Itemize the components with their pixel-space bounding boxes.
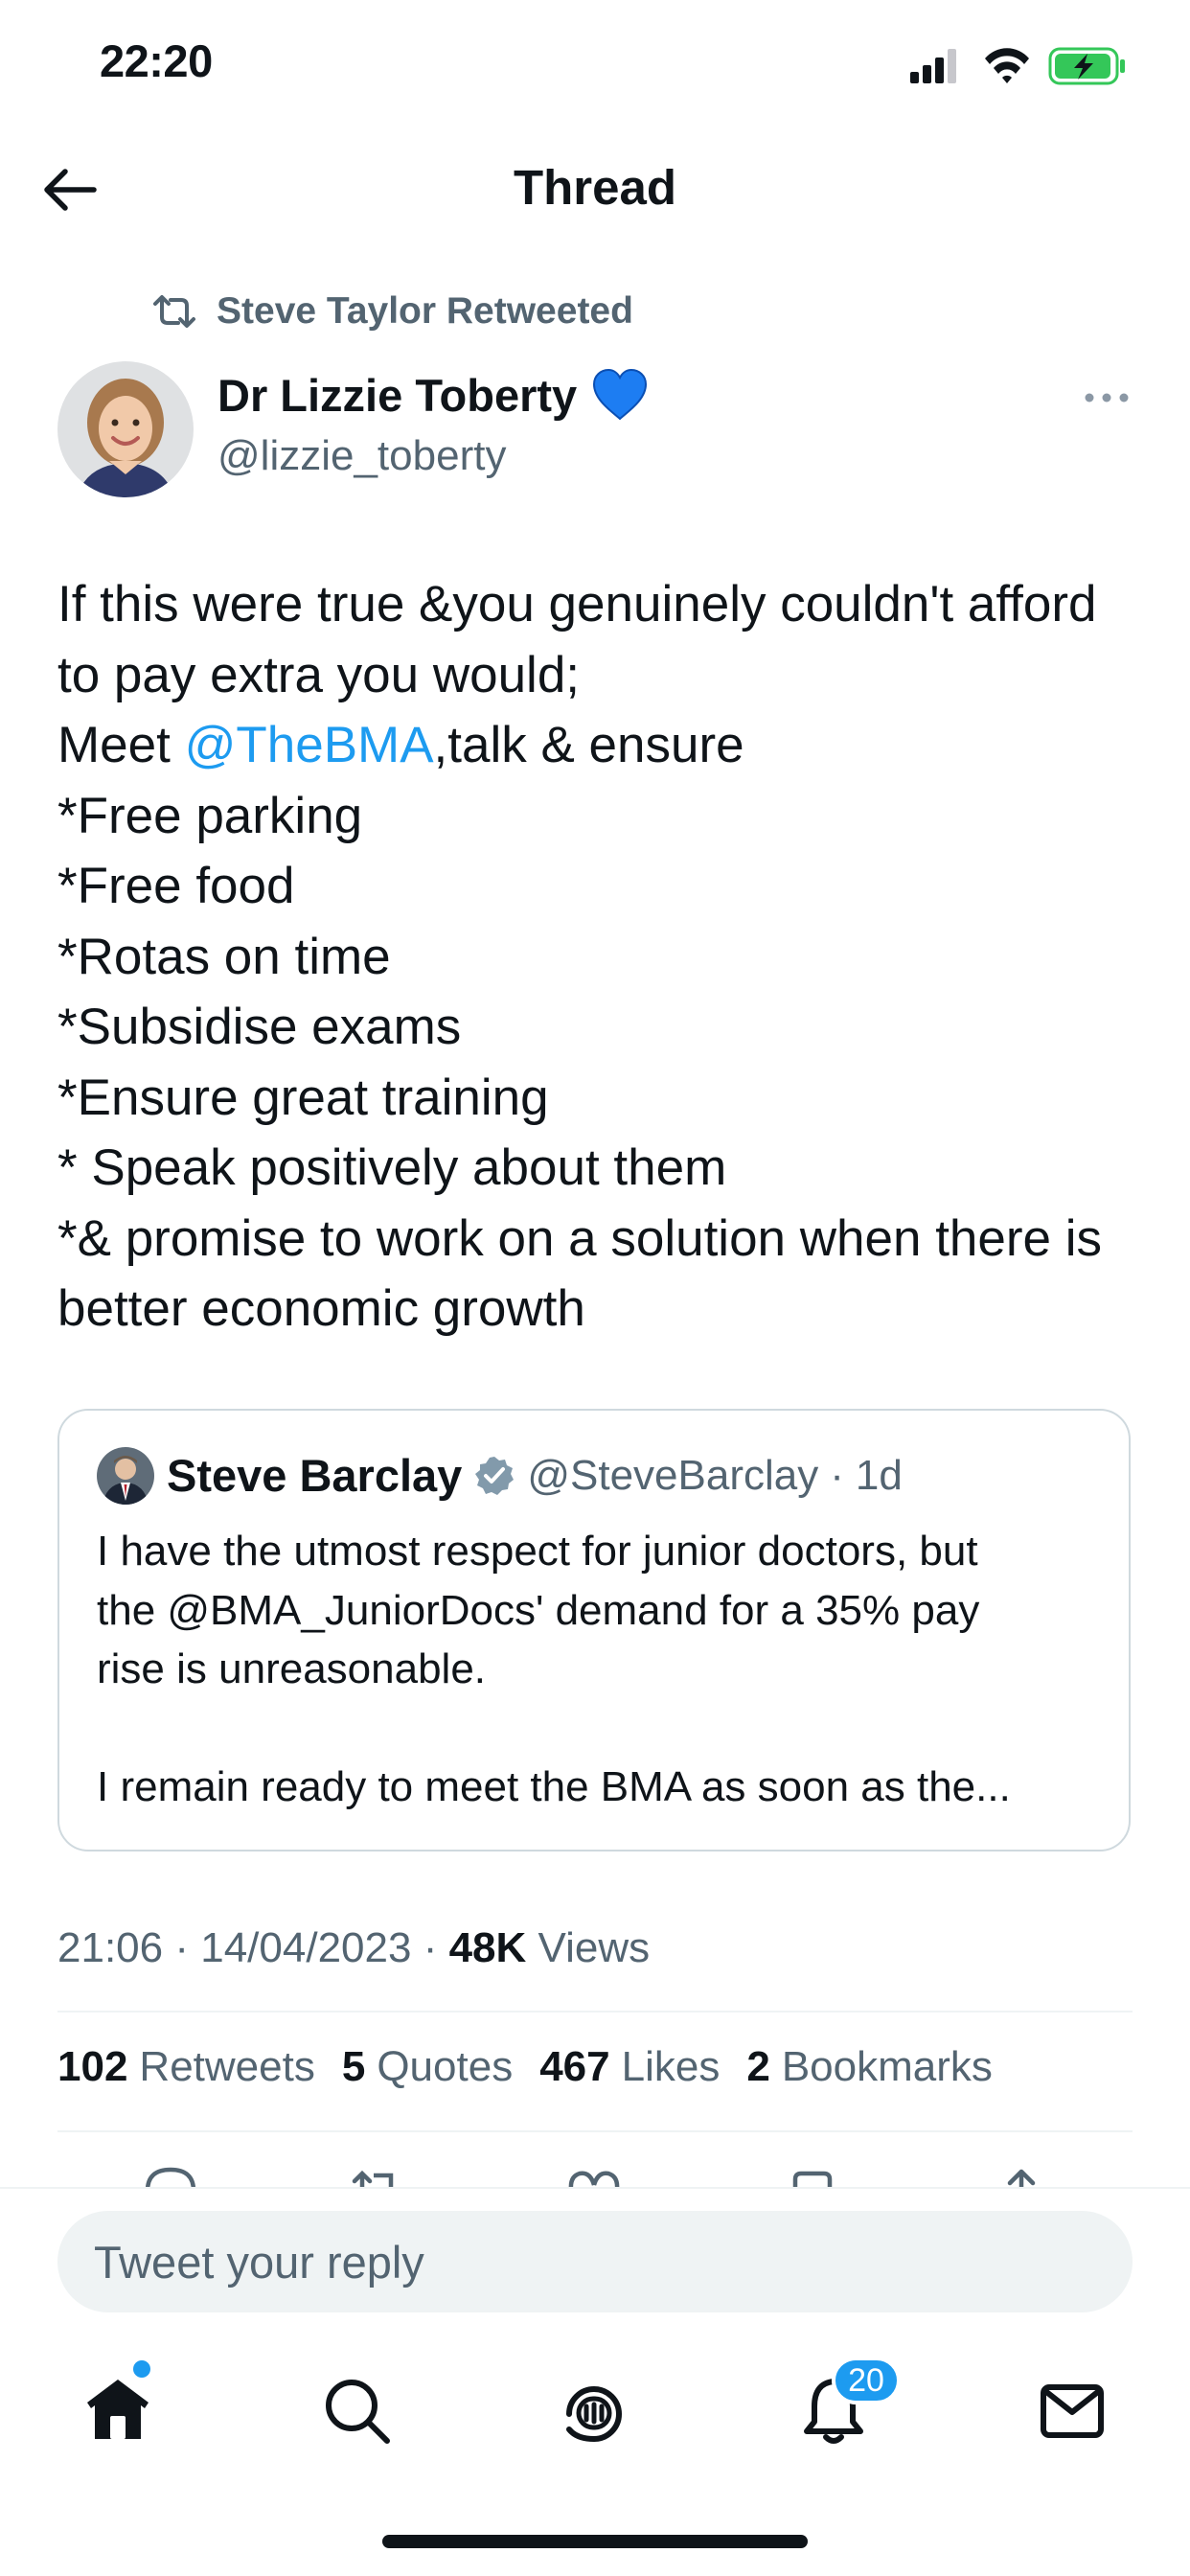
home-unread-dot (133, 2360, 150, 2378)
author-avatar-image (57, 361, 194, 497)
quoted-author-avatar (97, 1447, 154, 1505)
retweet-icon (153, 295, 195, 328)
quoted-text-line: I remain ready to meet the BMA as soon a… (97, 1763, 1011, 1810)
battery-charging-icon (1048, 47, 1125, 85)
status-icons (910, 47, 1125, 85)
tweet-text-line: *Subsidise exams (57, 999, 462, 1055)
mention-link[interactable]: @TheBMA (185, 717, 434, 773)
tab-search[interactable] (313, 2367, 400, 2453)
tweet-text-line: If this were true &you genuinely couldn'… (57, 576, 1097, 632)
home-icon (87, 2380, 149, 2439)
quoted-text-line: the @BMA_JuniorDocs' demand for a 35% pa… (97, 1586, 980, 1634)
views-count: 48K (448, 1924, 527, 1971)
author-name[interactable]: Dr Lizzie Toberty (217, 367, 650, 423)
quoted-text-line: I have the utmost respect for junior doc… (97, 1528, 978, 1575)
views-label: Views (538, 1924, 651, 1971)
reply-input[interactable] (57, 2211, 1133, 2312)
divider (57, 2011, 1133, 2012)
tab-messages[interactable] (1029, 2367, 1115, 2453)
likes-stat[interactable]: 467 Likes (539, 2043, 720, 2091)
quoted-author-avatar-image (97, 1447, 154, 1505)
tweet-text-line: * Speak positively about them (57, 1139, 727, 1196)
bookmarks-count: 2 (746, 2043, 770, 2090)
retweet-context[interactable]: Steve Taylor Retweeted (151, 288, 633, 335)
tweet-text-line: *Ensure great training (57, 1069, 549, 1126)
meta-separator: · (174, 1924, 189, 1971)
tweet-text-segment: ,talk & ensure (433, 717, 744, 773)
blue-heart-icon (593, 368, 648, 421)
home-indicator (382, 2535, 808, 2548)
more-icon (1085, 393, 1129, 402)
quoted-tweet-text: I have the utmost respect for junior doc… (97, 1522, 1112, 1817)
search-icon (326, 2380, 390, 2444)
bookmarks-stat[interactable]: 2 Bookmarks (746, 2043, 993, 2091)
tweet-text-line: *Free parking (57, 787, 363, 844)
author-avatar[interactable] (57, 361, 194, 497)
retweets-count: 102 (57, 2043, 128, 2090)
tweet-text-line: better economic growth (57, 1280, 585, 1337)
likes-label: Likes (621, 2043, 721, 2090)
retweet-context-text: Steve Taylor Retweeted (217, 290, 633, 332)
quoted-tweet-header: Steve Barclay @SteveBarclay · 1d (167, 1449, 903, 1502)
tweet-text-line: *Free food (57, 858, 295, 914)
quoted-author-handle: @SteveBarclay (527, 1451, 819, 1499)
quotes-count: 5 (341, 2043, 366, 2090)
quoted-text-line (97, 1699, 1112, 1759)
tweet-text: If this were true &you genuinely couldn'… (57, 569, 1140, 1345)
quoted-separator: · (830, 1451, 844, 1499)
tweet-text-line: *& promise to work on a solution when th… (57, 1209, 1102, 1267)
author-handle: @lizzie_toberty (217, 432, 507, 479)
notifications-badge: 20 (832, 2357, 901, 2404)
retweets-label: Retweets (139, 2043, 315, 2090)
quotes-label: Quotes (377, 2043, 514, 2090)
quoted-author-name: Steve Barclay (167, 1450, 463, 1501)
meta-separator: · (423, 1924, 438, 1971)
tweet-time: 21:06 (57, 1924, 164, 1971)
messages-icon (1041, 2384, 1104, 2438)
tweet-stats: 102 Retweets 5 Quotes 467 Likes 2 Bookmarks (57, 2043, 993, 2091)
quoted-text-line: rise is unreasonable. (97, 1645, 487, 1692)
tweet-text-line: to pay extra you would; (57, 646, 581, 703)
author-name-text: Dr Lizzie Toberty (217, 369, 578, 421)
quoted-tweet-age: 1d (855, 1451, 903, 1499)
cellular-signal-icon (910, 49, 956, 83)
tweet-text-line: Meet @TheBMA,talk & ensure (57, 710, 1140, 781)
spaces-icon (566, 2386, 623, 2442)
divider (57, 2130, 1133, 2132)
bookmarks-label: Bookmarks (781, 2043, 993, 2090)
status-time: 22:20 (100, 35, 213, 86)
verified-badge-icon (475, 1456, 515, 1495)
tweet-text-line: *Rotas on time (57, 928, 391, 985)
tweet-text-segment: Meet (57, 717, 185, 773)
quotes-stat[interactable]: 5 Quotes (342, 2043, 513, 2091)
tweet-date: 14/04/2023 (200, 1924, 412, 1971)
page-title: Thread (513, 160, 677, 215)
tab-spaces[interactable] (551, 2367, 637, 2453)
wifi-icon (985, 48, 1029, 83)
tweet-meta: 21:06 · 14/04/2023 · 48K Views (57, 1924, 650, 1972)
retweets-stat[interactable]: 102 Retweets (57, 2043, 315, 2091)
tab-home[interactable] (75, 2367, 161, 2453)
likes-count: 467 (539, 2043, 610, 2090)
more-options-button[interactable] (1078, 379, 1135, 417)
